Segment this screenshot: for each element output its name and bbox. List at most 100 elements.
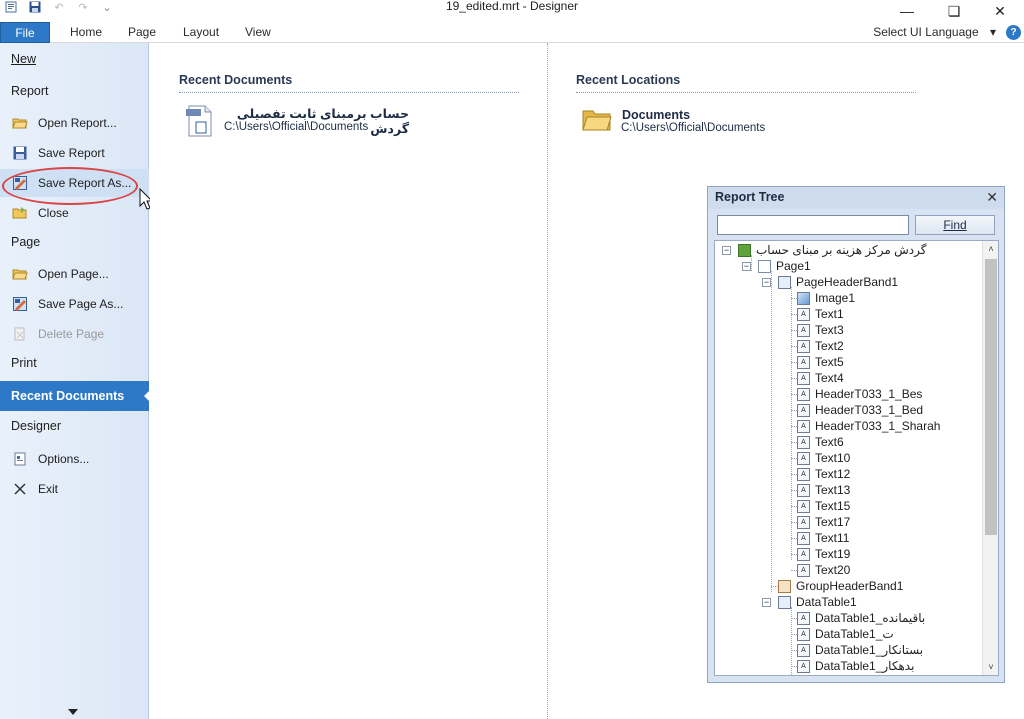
find-button[interactable]: Find	[915, 215, 995, 235]
collapse-toggle[interactable]: −	[742, 262, 751, 271]
tree-node-label: گردش مرکز هزینه بر مبنای حساب	[756, 243, 927, 257]
exit-label: Exit	[38, 482, 59, 496]
tree-node-label: Page1	[776, 259, 811, 273]
tree-node-text[interactable]: A Text3	[797, 322, 844, 338]
tree-node-text[interactable]: A DataTable1_بستانکار	[797, 642, 923, 658]
options-label: Options...	[38, 452, 90, 466]
recent-documents-divider	[179, 92, 519, 93]
save-page-as-label: Save Page As...	[38, 297, 124, 311]
open-report-button[interactable]: Open Report...	[0, 109, 149, 137]
tree-node-label: GroupHeaderBand1	[796, 579, 904, 593]
report-tree-search-input[interactable]	[717, 215, 909, 235]
minimize-button[interactable]: —	[884, 0, 930, 22]
tree-connector	[771, 271, 772, 592]
tree-node-text[interactable]: A DataTable1_باقیمانده	[797, 610, 925, 626]
report-tree-title: Report Tree	[715, 190, 785, 204]
tree-node-label: Text20	[815, 563, 851, 577]
tree-node-text[interactable]: A Text2	[797, 338, 844, 354]
group-header-icon	[778, 579, 791, 593]
tree-node-page[interactable]: Page1	[758, 258, 811, 274]
close-label: Close	[38, 206, 69, 220]
tab-layout[interactable]: Layout	[183, 22, 219, 43]
tree-node-image[interactable]: Image1	[797, 290, 855, 306]
tree-node-text[interactable]: A Text10	[797, 450, 850, 466]
collapse-toggle[interactable]: −	[762, 278, 771, 287]
delete-page-icon	[12, 326, 28, 342]
scrollbar-thumb[interactable]	[985, 259, 997, 535]
tree-node-band[interactable]: PageHeaderBand1	[778, 274, 898, 290]
tree-node-label: Text5	[815, 355, 844, 369]
tree-node-text[interactable]: A Text6	[797, 434, 844, 450]
tree-node-databand[interactable]: DataTable1	[778, 594, 857, 610]
tree-node-text[interactable]: A Text4	[797, 370, 844, 386]
backstage-new[interactable]: New	[11, 52, 36, 66]
tree-node-label: Text12	[815, 467, 851, 481]
tree-node-text[interactable]: A HeaderT033_1_Bed	[797, 402, 923, 418]
chevron-down-icon: ▾	[989, 25, 996, 39]
tab-page[interactable]: Page	[128, 22, 156, 43]
tree-node-text[interactable]: A Text17	[797, 514, 850, 530]
band-icon	[778, 275, 791, 289]
backstage-print[interactable]: Print	[11, 356, 37, 370]
tree-node-text[interactable]: A Text1	[797, 306, 844, 322]
recent-document-item[interactable]: حساب برمبنای ثابت تفصیلی گردش C:\Users\O…	[185, 104, 485, 137]
tree-scrollbar[interactable]: ˄ ˅	[982, 241, 998, 675]
tree-node-label: Text4	[815, 371, 844, 385]
ribbon-tabs: File Home Page Layout View Select UI Lan…	[0, 22, 1024, 43]
tab-home[interactable]: Home	[70, 22, 102, 43]
tree-node-label: Text13	[815, 483, 851, 497]
tree-node-label: Text11	[815, 531, 850, 545]
tree-node-label: Text2	[815, 339, 844, 353]
tree-node-label: HeaderT033_1_Sharah	[815, 419, 941, 433]
maximize-button[interactable]: ❏	[931, 0, 977, 22]
open-folder-icon	[12, 115, 28, 131]
collapse-toggle[interactable]: −	[722, 246, 731, 255]
open-page-button[interactable]: Open Page...	[0, 260, 149, 288]
tree-node-label: Text3	[815, 323, 844, 337]
scroll-up-arrow-icon[interactable]: ˄	[986, 244, 996, 254]
tree-node-label: Image1	[815, 291, 856, 305]
backstage-designer-header: Designer	[11, 419, 62, 433]
backstage-recent-documents[interactable]: Recent Documents	[0, 381, 150, 411]
tree-node-text[interactable]: A HeaderT033_1_Sharah	[797, 418, 940, 434]
tree-node-group-band[interactable]: GroupHeaderBand1	[778, 578, 903, 594]
tab-file[interactable]: File	[0, 22, 50, 43]
options-button[interactable]: Options...	[0, 445, 149, 473]
tree-node-text[interactable]: A HeaderT033_1_Bes	[797, 386, 922, 402]
save-page-as-button[interactable]: Save Page As...	[0, 290, 149, 318]
tree-node-label: HeaderT033_1_Bed	[815, 403, 924, 417]
recent-location-item[interactable]: Documents C:\Users\Official\Documents	[582, 106, 842, 136]
tree-node-label: DataTable1_بستانکار	[815, 643, 924, 657]
ui-language-selector[interactable]: Select UI Language ▾	[873, 22, 996, 43]
collapse-toggle[interactable]: −	[762, 598, 771, 607]
close-button[interactable]: ✕	[977, 0, 1023, 22]
tree-node-text[interactable]: A Text13	[797, 482, 850, 498]
delete-page-button[interactable]: Delete Page	[0, 320, 149, 348]
recent-documents-title: Recent Documents	[179, 73, 293, 87]
tree-node-text[interactable]: A Text5	[797, 354, 844, 370]
text-component-icon: A	[797, 323, 810, 337]
save-report-button[interactable]: Save Report	[0, 139, 149, 167]
recent-document-path: C:\Users\Official\Documents	[224, 121, 369, 133]
tree-node-text[interactable]: A Text11	[797, 530, 849, 546]
tree-node-text[interactable]: A DataTable1_ت	[797, 626, 894, 642]
tab-view[interactable]: View	[245, 22, 271, 43]
exit-button[interactable]: Exit	[0, 475, 149, 503]
scroll-down-arrow-icon[interactable]	[68, 709, 78, 715]
scroll-down-arrow-icon[interactable]: ˅	[986, 662, 996, 672]
tree-node-root[interactable]: گردش مرکز هزینه بر مبنای حساب	[738, 242, 926, 258]
tree-node-label: Text10	[815, 451, 851, 465]
report-tree-panel: Report Tree ✕ Find − گردش مرکز هزینه بر …	[707, 186, 1005, 683]
tree-node-text[interactable]: A Text20	[797, 562, 850, 578]
tree-node-text[interactable]: A Text15	[797, 498, 850, 514]
delete-page-label: Delete Page	[38, 327, 105, 341]
close-icon[interactable]: ✕	[986, 189, 998, 206]
text-component-icon: A	[797, 371, 810, 385]
tree-node-text[interactable]: A DataTable1_بدهکار	[797, 658, 914, 674]
folder-icon	[582, 108, 612, 132]
help-icon[interactable]: ?	[1006, 25, 1021, 40]
ui-language-label: Select UI Language	[873, 25, 979, 39]
tree-node-text[interactable]: A Text12	[797, 466, 850, 482]
text-component-icon: A	[797, 611, 810, 625]
tree-node-text[interactable]: A Text19	[797, 546, 850, 562]
